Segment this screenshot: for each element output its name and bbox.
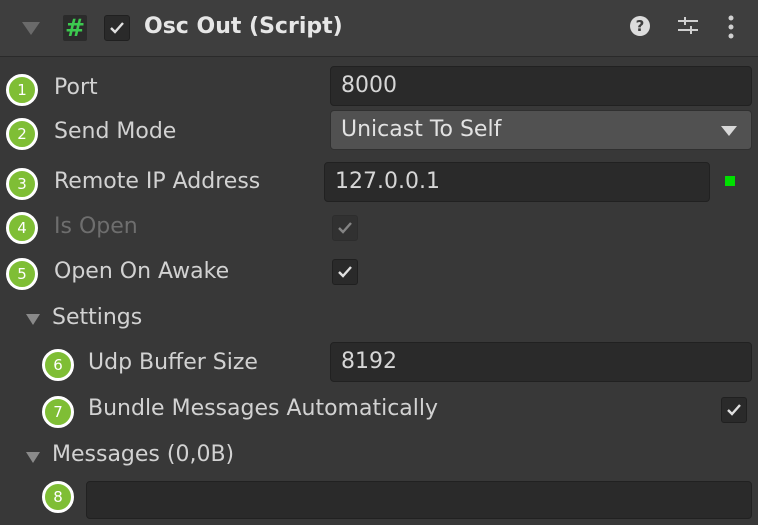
open-on-awake-label: Open On Awake bbox=[54, 259, 230, 284]
messages-list[interactable] bbox=[86, 481, 752, 519]
badge-7: 7 bbox=[42, 396, 74, 428]
messages-section-label[interactable]: Messages (0,0B) bbox=[52, 442, 234, 467]
foldout-arrow-icon[interactable] bbox=[22, 22, 40, 35]
script-icon: # bbox=[63, 14, 87, 42]
checkmark-icon bbox=[727, 404, 741, 416]
badge-4: 4 bbox=[6, 212, 38, 244]
send-mode-label: Send Mode bbox=[54, 119, 177, 144]
badge-1: 1 bbox=[6, 74, 38, 106]
connection-status-indicator bbox=[725, 176, 735, 186]
is-open-label: Is Open bbox=[54, 214, 138, 239]
kebab-menu-icon[interactable] bbox=[722, 14, 740, 40]
send-mode-value: Unicast To Self bbox=[341, 117, 502, 142]
help-icon[interactable]: ? bbox=[628, 14, 652, 38]
udp-buffer-size-label: Udp Buffer Size bbox=[88, 350, 258, 375]
badge-5: 5 bbox=[6, 258, 38, 290]
settings-section-label[interactable]: Settings bbox=[52, 305, 142, 330]
is-open-checkbox bbox=[332, 215, 358, 241]
settings-foldout-arrow-icon[interactable] bbox=[26, 314, 40, 325]
open-on-awake-checkbox[interactable] bbox=[332, 259, 358, 285]
port-field[interactable]: 8000 bbox=[330, 66, 752, 106]
bundle-messages-label: Bundle Messages Automatically bbox=[88, 396, 439, 421]
remote-ip-label: Remote IP Address bbox=[54, 169, 261, 194]
badge-3: 3 bbox=[6, 168, 38, 200]
dropdown-arrow-icon bbox=[721, 126, 737, 136]
bundle-messages-checkbox[interactable] bbox=[721, 397, 747, 423]
remote-ip-field[interactable]: 127.0.0.1 bbox=[324, 162, 710, 202]
badge-6: 6 bbox=[42, 349, 74, 381]
component-title: Osc Out (Script) bbox=[144, 14, 343, 39]
badge-2: 2 bbox=[6, 118, 38, 150]
svg-text:?: ? bbox=[636, 17, 645, 35]
badge-8: 8 bbox=[42, 481, 74, 513]
checkmark-icon bbox=[338, 266, 352, 278]
component-enabled-checkbox[interactable] bbox=[104, 15, 130, 41]
port-label: Port bbox=[54, 75, 98, 100]
preset-icon[interactable] bbox=[676, 14, 700, 38]
checkmark-icon bbox=[338, 222, 352, 234]
send-mode-dropdown[interactable]: Unicast To Self bbox=[330, 110, 752, 150]
udp-buffer-size-field[interactable]: 8192 bbox=[330, 342, 752, 382]
checkmark-icon bbox=[110, 22, 124, 34]
component-header: # Osc Out (Script) ? bbox=[0, 0, 758, 57]
messages-foldout-arrow-icon[interactable] bbox=[26, 452, 40, 463]
